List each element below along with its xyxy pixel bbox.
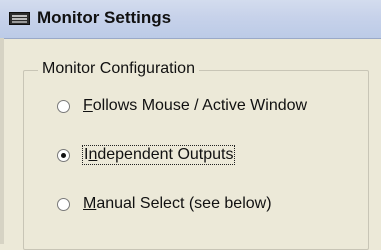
radio-label-independent-outputs[interactable]: Independent Outputs [81,145,236,165]
radio-independent-outputs[interactable]: Independent Outputs [57,144,236,166]
label-mnemonic: M [83,195,97,212]
radio-button-follows-mouse[interactable] [57,99,70,113]
monitor-settings-window: Monitor Settings Monitor Configuration F… [0,0,381,250]
label-text: anual Select (see below) [96,195,272,212]
label-mnemonic: F [83,97,93,114]
monitor-settings-icon [9,12,30,25]
radio-button-manual-select[interactable] [57,197,70,211]
radio-manual-select[interactable]: Manual Select (see below) [57,193,272,215]
radio-follows-mouse-active-window[interactable]: Follows Mouse / Active Window [57,95,307,117]
window-left-border [0,38,4,244]
radio-label-follows-mouse[interactable]: Follows Mouse / Active Window [83,97,307,115]
title-bar[interactable]: Monitor Settings [0,0,381,39]
radio-label-manual-select[interactable]: Manual Select (see below) [83,195,272,213]
label-text: dependent Outputs [97,146,234,163]
window-title: Monitor Settings [37,8,172,27]
radio-button-independent-outputs[interactable] [57,148,70,162]
label-text: ollows Mouse / Active Window [92,97,308,114]
group-legend: Monitor Configuration [38,60,199,78]
